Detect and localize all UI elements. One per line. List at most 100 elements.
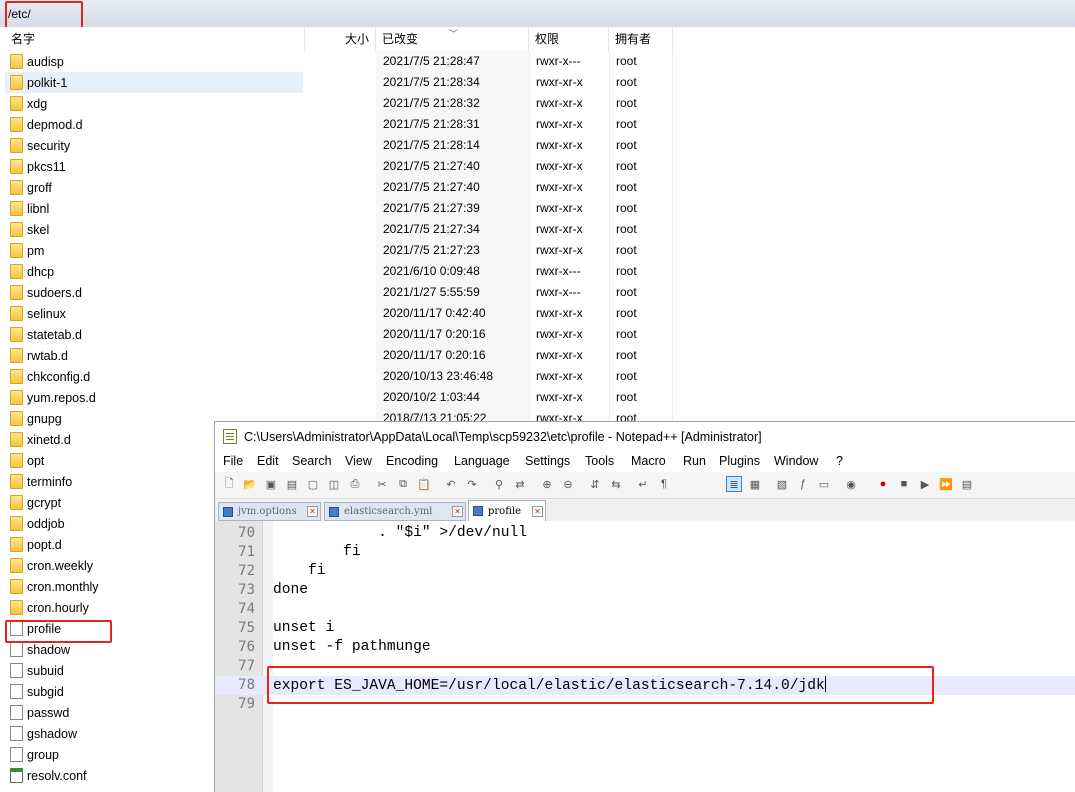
- file-name: dhcp: [27, 264, 55, 279]
- monitoring-icon[interactable]: ◉: [843, 476, 859, 492]
- code-line[interactable]: 73 done: [215, 581, 1075, 600]
- code-line[interactable]: 70 . "$i" >/dev/null: [215, 524, 1075, 543]
- udl-icon[interactable]: ▦: [747, 476, 763, 492]
- save-all-icon[interactable]: ▤: [284, 476, 300, 492]
- file-row[interactable]: rwtab.d 2020/11/17 0:20:16 rwxr-xr-x root: [0, 345, 1075, 366]
- menu-item-window[interactable]: Window: [774, 454, 818, 468]
- file-modified: 2021/7/5 21:27:40: [383, 180, 480, 194]
- code-line[interactable]: 74: [215, 600, 1075, 619]
- menu-item-help[interactable]: ?: [836, 454, 843, 468]
- save-icon[interactable]: ▣: [263, 476, 279, 492]
- close-all-icon[interactable]: ◫: [326, 476, 342, 492]
- line-number: 70: [238, 525, 255, 541]
- menu-item-language[interactable]: Language: [454, 454, 510, 468]
- file-name-cell: dhcp: [10, 261, 54, 282]
- path-bar[interactable]: /etc/: [0, 0, 1075, 28]
- file-row[interactable]: statetab.d 2020/11/17 0:20:16 rwxr-xr-x roo…: [0, 324, 1075, 345]
- menu-item-macro[interactable]: Macro: [631, 454, 666, 468]
- file-row[interactable]: libnl 2021/7/5 21:27:39 rwxr-xr-x root: [0, 198, 1075, 219]
- file-row[interactable]: sudoers.d 2021/1/27 5:55:59 rwxr-x--- root: [0, 282, 1075, 303]
- menu-item-file[interactable]: File: [223, 454, 243, 468]
- file-row[interactable]: yum.repos.d 2020/10/2 1:03:44 rwxr-xr-x roo…: [0, 387, 1075, 408]
- doc-map-icon[interactable]: ▧: [774, 476, 790, 492]
- file-icon: [10, 726, 23, 741]
- undo-icon[interactable]: ↶: [443, 476, 459, 492]
- toolbar: 🗋 📂 ▣ ▤ ▢ ◫ ⎙ ✂ ⧉ 📋 ↶ ↷ ⚲ ⇄ ⊕ ⊖ ⇵ ⇆ ↵ ¶ …: [215, 472, 1075, 499]
- file-row[interactable]: xdg 2021/7/5 21:28:32 rwxr-xr-x root: [0, 93, 1075, 114]
- close-tab-icon[interactable]: ✕: [307, 506, 318, 517]
- run-macro-multiple-icon[interactable]: ⏩: [938, 476, 954, 492]
- file-row[interactable]: audisp 2021/7/5 21:28:47 rwxr-x--- root: [0, 51, 1075, 72]
- play-macro-icon[interactable]: ▶: [917, 476, 933, 492]
- file-row[interactable]: groff 2021/7/5 21:27:40 rwxr-xr-x root: [0, 177, 1075, 198]
- replace-icon[interactable]: ⇄: [512, 476, 528, 492]
- function-list-icon[interactable]: ƒ: [795, 476, 811, 492]
- menu-item-search[interactable]: Search: [292, 454, 332, 468]
- file-row[interactable]: security 2021/7/5 21:28:14 rwxr-xr-x root: [0, 135, 1075, 156]
- menu-item-view[interactable]: View: [345, 454, 372, 468]
- save-macro-icon[interactable]: ▤: [959, 476, 975, 492]
- menu-item-edit[interactable]: Edit: [257, 454, 279, 468]
- new-file-icon[interactable]: 🗋: [221, 476, 237, 492]
- zoom-out-icon[interactable]: ⊖: [560, 476, 576, 492]
- redo-icon[interactable]: ↷: [464, 476, 480, 492]
- tab-elasticsearch-yml[interactable]: elasticsearch.yml ✕: [324, 502, 466, 521]
- tab-label: elasticsearch.yml: [344, 506, 433, 517]
- title-bar[interactable]: C:\Users\Administrator\AppData\Local\Tem…: [215, 422, 1075, 452]
- file-owner: root: [616, 117, 637, 131]
- find-icon[interactable]: ⚲: [491, 476, 507, 492]
- copy-icon[interactable]: ⧉: [395, 476, 411, 492]
- file-row[interactable]: polkit-1 2021/7/5 21:28:34 rwxr-xr-x root: [0, 72, 1075, 93]
- folder-workspace-icon[interactable]: ▭: [816, 476, 832, 492]
- folder-icon: [10, 264, 23, 279]
- file-row[interactable]: pm 2021/7/5 21:27:23 rwxr-xr-x root: [0, 240, 1075, 261]
- folder-icon: [10, 411, 23, 426]
- show-all-chars-icon[interactable]: ¶: [656, 476, 672, 492]
- file-row[interactable]: pkcs11 2021/7/5 21:27:40 rwxr-xr-x root: [0, 156, 1075, 177]
- menu-item-run[interactable]: Run: [683, 454, 706, 468]
- file-permissions: rwxr-xr-x: [536, 138, 583, 152]
- code-line[interactable]: 75 unset i: [215, 619, 1075, 638]
- tab-profile[interactable]: profile ✕: [468, 500, 546, 521]
- export-line-highlight-box: [267, 666, 934, 704]
- word-wrap-icon[interactable]: ↵: [635, 476, 651, 492]
- menu-item-encoding[interactable]: Encoding: [386, 454, 438, 468]
- sync-horizontal-icon[interactable]: ⇆: [608, 476, 624, 492]
- sync-vertical-icon[interactable]: ⇵: [587, 476, 603, 492]
- text-editor[interactable]: 70 . "$i" >/dev/null 71 fi 72 fi 73 done 74 75…: [215, 521, 1075, 792]
- indent-guide-icon[interactable]: ≣: [726, 476, 742, 492]
- file-name-cell: pm: [10, 240, 44, 261]
- close-tab-icon[interactable]: ✕: [532, 505, 543, 517]
- code-line[interactable]: 71 fi: [215, 543, 1075, 562]
- stop-macro-icon[interactable]: ■: [896, 476, 912, 492]
- saved-file-icon: [473, 506, 483, 516]
- open-file-icon[interactable]: 📂: [242, 476, 258, 492]
- file-row[interactable]: selinux 2020/11/17 0:42:40 rwxr-xr-x root: [0, 303, 1075, 324]
- column-name[interactable]: 名字: [5, 27, 305, 51]
- column-permissions[interactable]: 权限: [529, 27, 609, 51]
- paste-icon[interactable]: 📋: [416, 476, 432, 492]
- code-line[interactable]: 76 unset -f pathmunge: [215, 638, 1075, 657]
- file-permissions: rwxr-xr-x: [536, 75, 583, 89]
- tab-jvm-options[interactable]: jvm.options ✕: [218, 502, 321, 521]
- column-owner[interactable]: 拥有者: [609, 27, 673, 51]
- column-size[interactable]: 大小: [305, 27, 376, 51]
- file-name-cell: xdg: [10, 93, 47, 114]
- menu-item-settings[interactable]: Settings: [525, 454, 570, 468]
- folder-icon: [10, 474, 23, 489]
- file-permissions: rwxr-xr-x: [536, 369, 583, 383]
- cut-icon[interactable]: ✂: [374, 476, 390, 492]
- code-line[interactable]: 72 fi: [215, 562, 1075, 581]
- close-icon[interactable]: ▢: [305, 476, 321, 492]
- menu-item-plugins[interactable]: Plugins: [719, 454, 760, 468]
- print-icon[interactable]: ⎙: [347, 476, 363, 492]
- file-row[interactable]: dhcp 2021/6/10 0:09:48 rwxr-x--- root: [0, 261, 1075, 282]
- file-row[interactable]: depmod.d 2021/7/5 21:28:31 rwxr-xr-x root: [0, 114, 1075, 135]
- file-row[interactable]: chkconfig.d 2020/10/13 23:46:48 rwxr-xr-x r…: [0, 366, 1075, 387]
- zoom-in-icon[interactable]: ⊕: [539, 476, 555, 492]
- menu-item-tools[interactable]: Tools: [585, 454, 614, 468]
- file-name-cell: yum.repos.d: [10, 387, 96, 408]
- record-macro-icon[interactable]: ●: [875, 476, 891, 492]
- close-tab-icon[interactable]: ✕: [452, 506, 463, 517]
- file-row[interactable]: skel 2021/7/5 21:27:34 rwxr-xr-x root: [0, 219, 1075, 240]
